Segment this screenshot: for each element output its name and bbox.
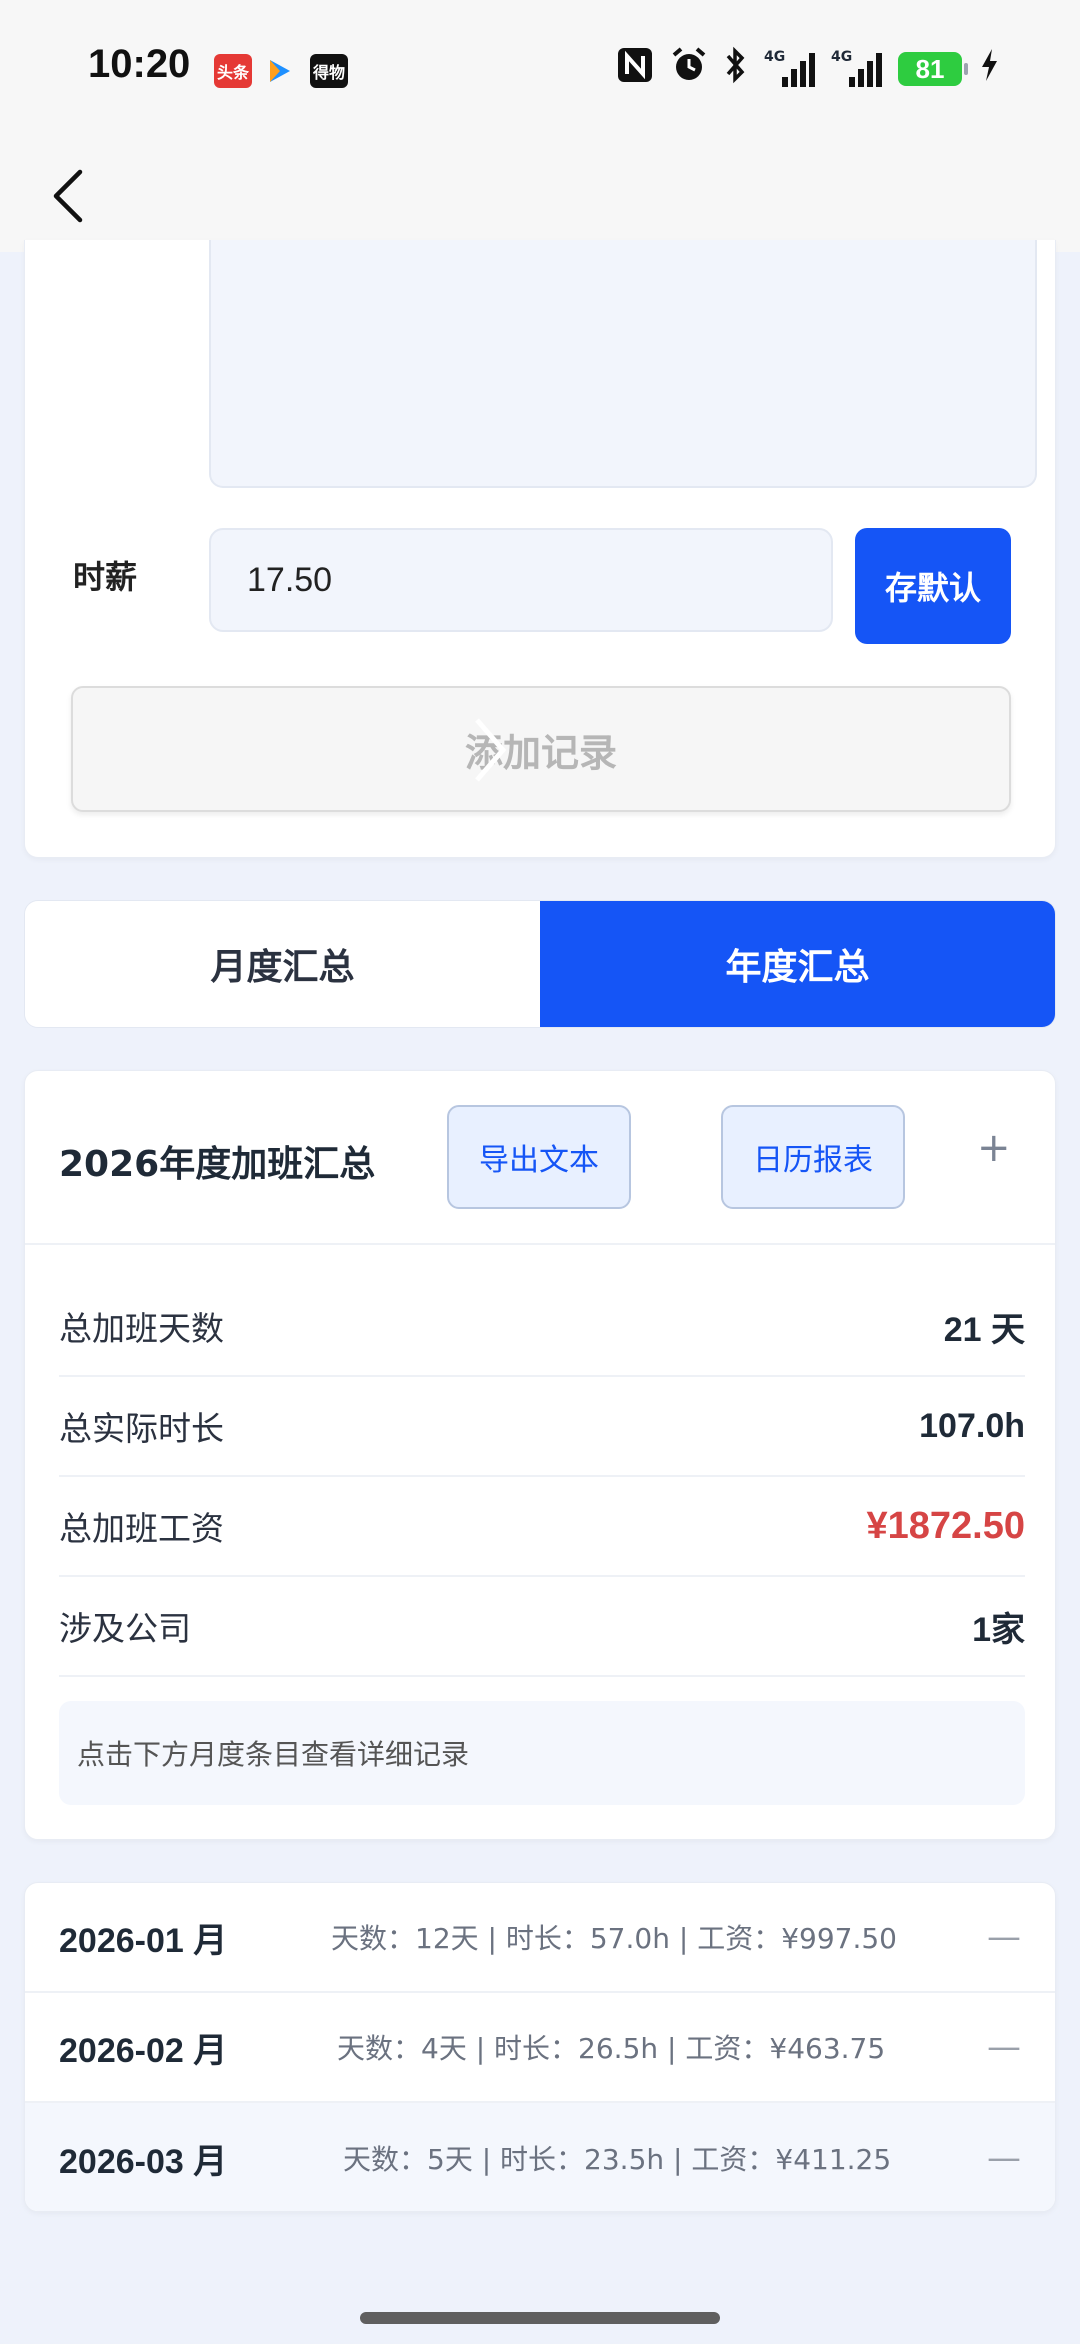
month-row[interactable]: 2026-01 月 天数：12天 | 时长：57.0h | 工资：¥997.50… — [25, 1883, 1055, 1993]
stat-value: 21 天 — [943, 1310, 1025, 1349]
summary-title: 2026年度加班汇总 — [59, 1144, 376, 1185]
month-title: 2026-01 月 — [59, 1921, 228, 1960]
stat-row-companies: 涉及公司 1家 — [59, 1577, 1025, 1677]
month-row[interactable]: 2026-03 月 天数：5天 | 时长：23.5h | 工资：¥411.25 … — [25, 2103, 1055, 2211]
chevron-right-icon — [475, 718, 507, 782]
yearly-summary-card: 2026年度加班汇总 导出文本 日历报表 + 总加班天数 21 天 总实际时长 … — [24, 1070, 1056, 1840]
battery-indicator: 81 — [898, 52, 968, 86]
calendar-report-button[interactable]: 日历报表 — [721, 1105, 905, 1209]
app-header — [0, 140, 1080, 252]
export-text-button[interactable]: 导出文本 — [447, 1105, 631, 1209]
stat-label: 总加班天数 — [59, 1309, 224, 1348]
save-default-button[interactable]: 存默认 — [855, 528, 1011, 644]
month-title: 2026-02 月 — [59, 2031, 228, 2070]
video-app-icon — [262, 54, 296, 88]
status-time: 10:20 — [88, 42, 191, 86]
divider — [25, 1243, 1055, 1245]
month-list: 2026-01 月 天数：12天 | 时长：57.0h | 工资：¥997.50… — [24, 1882, 1056, 2212]
month-title: 2026-03 月 — [59, 2142, 228, 2181]
plus-icon[interactable]: + — [977, 1125, 1011, 1171]
stat-row-total-days: 总加班天数 21 天 — [59, 1277, 1025, 1377]
home-indicator[interactable] — [360, 2312, 720, 2324]
stat-label: 总加班工资 — [59, 1509, 224, 1548]
collapse-icon[interactable]: — — [987, 2027, 1021, 2067]
chevron-left-icon — [53, 169, 83, 223]
tab-monthly-summary[interactable]: 月度汇总 — [25, 901, 540, 1027]
record-form-card: 时薪 17.50 存默认 添加记录 — [24, 240, 1056, 858]
toutiao-app-icon: 头条 — [214, 54, 252, 88]
stat-label: 总实际时长 — [59, 1409, 224, 1448]
signal-2-icon: 4G — [831, 49, 882, 87]
stat-row-total-hours: 总实际时长 107.0h — [59, 1377, 1025, 1477]
month-row[interactable]: 2026-02 月 天数：4天 | 时长：26.5h | 工资：¥463.75 … — [25, 1993, 1055, 2103]
back-button[interactable] — [36, 158, 96, 234]
month-detail: 天数：12天 | 时长：57.0h | 工资：¥997.50 — [331, 1922, 897, 1955]
notes-textarea[interactable] — [209, 240, 1037, 488]
stat-row-total-wage: 总加班工资 ¥1872.50 — [59, 1477, 1025, 1577]
status-bar: 10:20 头条 得物 4G 4G 81 — [0, 0, 1080, 140]
charging-icon — [978, 47, 1000, 91]
summary-tabs: 月度汇总 年度汇总 — [24, 900, 1056, 1028]
collapse-icon[interactable]: — — [987, 1917, 1021, 1957]
dewu-app-icon: 得物 — [310, 54, 348, 88]
month-detail: 天数：5天 | 时长：23.5h | 工资：¥411.25 — [343, 2143, 892, 2176]
stat-value: 1家 — [972, 1610, 1025, 1649]
alarm-icon — [670, 46, 708, 92]
stat-label: 涉及公司 — [59, 1609, 191, 1648]
add-record-button[interactable]: 添加记录 — [71, 686, 1011, 812]
status-icons: 4G 4G 81 — [616, 46, 1000, 92]
bluetooth-icon — [724, 46, 748, 92]
hourly-wage-input[interactable]: 17.50 — [209, 528, 833, 632]
stat-value-money: ¥1872.50 — [866, 1504, 1026, 1547]
collapse-icon[interactable]: — — [987, 2138, 1021, 2178]
hint-text: 点击下方月度条目查看详细记录 — [59, 1701, 1025, 1805]
signal-1-icon: 4G — [764, 49, 815, 87]
nfc-icon — [616, 46, 654, 92]
hourly-wage-label: 时薪 — [73, 558, 138, 596]
stat-value: 107.0h — [919, 1406, 1025, 1445]
tab-yearly-summary[interactable]: 年度汇总 — [540, 901, 1055, 1027]
month-detail: 天数：4天 | 时长：26.5h | 工资：¥463.75 — [337, 2032, 886, 2065]
